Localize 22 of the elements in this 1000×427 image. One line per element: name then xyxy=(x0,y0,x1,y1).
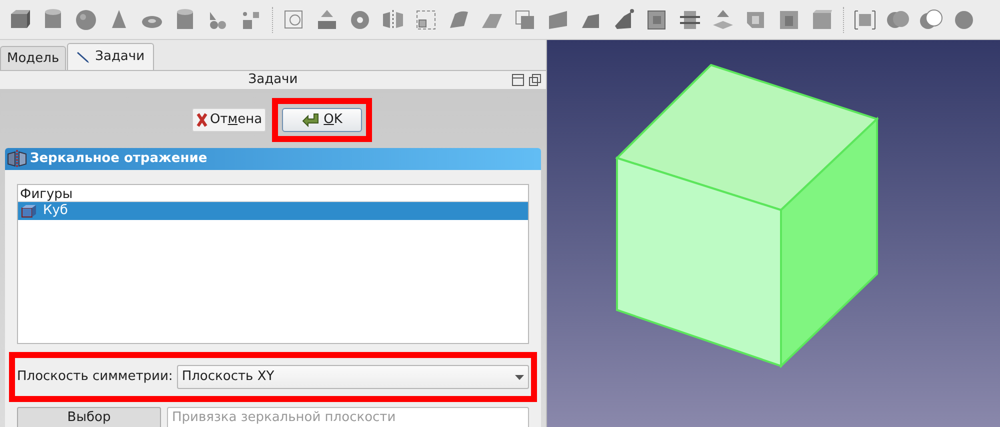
cancel-button[interactable]: Отмена xyxy=(192,108,266,132)
enter-arrow-icon xyxy=(302,113,320,127)
box-icon[interactable] xyxy=(810,8,834,32)
plane-label: Плоскость симметрии: xyxy=(17,368,173,386)
panel-title: Задачи xyxy=(248,71,298,90)
plane-dropdown[interactable]: Плоскость XY xyxy=(176,365,529,389)
cube-icon xyxy=(21,204,37,218)
sphere-icon[interactable] xyxy=(74,8,98,32)
float-icon[interactable] xyxy=(529,74,541,86)
cross-icon xyxy=(196,113,208,127)
section-title: Зеркальное отражение xyxy=(30,150,208,168)
list-item[interactable]: Куб xyxy=(18,202,528,220)
bounding-box-icon[interactable] xyxy=(853,8,877,32)
dock-icon[interactable] xyxy=(512,74,524,86)
reference-field[interactable]: Привязка зеркальной плоскости xyxy=(167,407,529,427)
select-button[interactable]: Выбор xyxy=(17,407,161,427)
tab[interactable]: Задачи xyxy=(67,43,154,70)
3d-viewport[interactable] xyxy=(547,40,1000,427)
mirror-icon xyxy=(7,150,27,168)
dropdown-caret-icon xyxy=(515,374,524,380)
tab[interactable]: Модель xyxy=(0,46,66,70)
ok-button[interactable]: OK xyxy=(282,108,362,132)
